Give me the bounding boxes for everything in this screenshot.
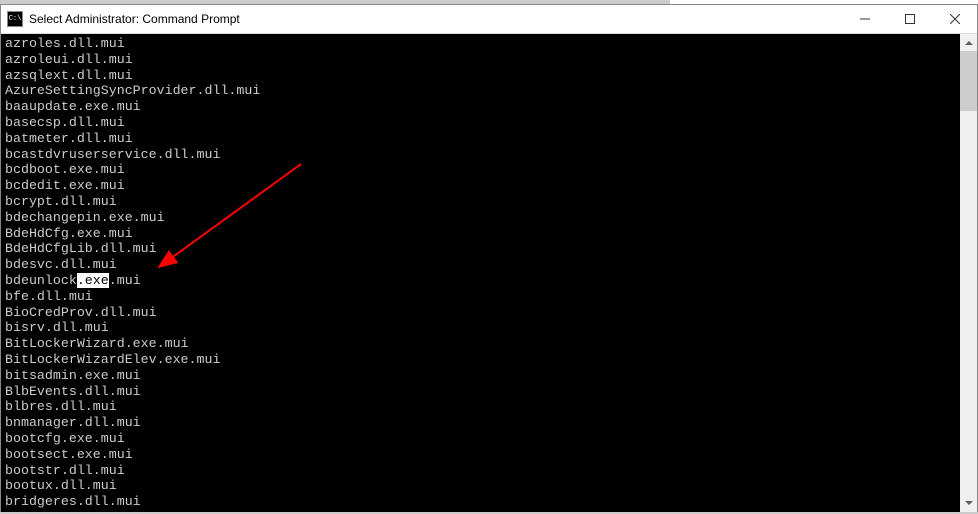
maximize-button[interactable]	[887, 5, 932, 34]
scrollbar-thumb[interactable]	[960, 51, 977, 111]
vertical-scrollbar[interactable]	[960, 34, 977, 512]
output-line: batmeter.dll.mui	[5, 131, 956, 147]
output-line: baaupdate.exe.mui	[5, 99, 956, 115]
output-line: bootsect.exe.mui	[5, 447, 956, 463]
output-line: bootstr.dll.mui	[5, 463, 956, 479]
output-line: azroles.dll.mui	[5, 36, 956, 52]
output-line: azsqlext.dll.mui	[5, 68, 956, 84]
output-line: bdesvc.dll.mui	[5, 257, 956, 273]
output-line: blbres.dll.mui	[5, 399, 956, 415]
output-line: bisrv.dll.mui	[5, 320, 956, 336]
output-line: BitLockerWizard.exe.mui	[5, 336, 956, 352]
output-line: bcastdvruserservice.dll.mui	[5, 147, 956, 163]
cmd-icon: C:\	[7, 11, 23, 27]
output-line: bridgeres.dll.mui	[5, 494, 956, 510]
output-line: bdechangepin.exe.mui	[5, 210, 956, 226]
window-controls	[842, 5, 977, 34]
output-line: bootux.dll.mui	[5, 478, 956, 494]
text-selection: .exe	[77, 273, 109, 288]
output-line: AzureSettingSyncProvider.dll.mui	[5, 83, 956, 99]
output-line: bnmanager.dll.mui	[5, 415, 956, 431]
output-line: BlbEvents.dll.mui	[5, 384, 956, 400]
close-button[interactable]	[932, 5, 977, 34]
output-line: bcrypt.dll.mui	[5, 194, 956, 210]
output-line: bcdedit.exe.mui	[5, 178, 956, 194]
output-line: BioCredProv.dll.mui	[5, 305, 956, 321]
titlebar[interactable]: C:\ Select Administrator: Command Prompt	[1, 5, 977, 34]
output-line: bitsadmin.exe.mui	[5, 368, 956, 384]
minimize-button[interactable]	[842, 5, 887, 34]
output-line: bootcfg.exe.mui	[5, 431, 956, 447]
output-line: BitLockerWizardElev.exe.mui	[5, 352, 956, 368]
console-area: azroles.dll.muiazroleui.dll.muiazsqlext.…	[1, 34, 977, 512]
window-title: Select Administrator: Command Prompt	[29, 12, 240, 26]
output-line: BdeHdCfgLib.dll.mui	[5, 241, 956, 257]
output-line: BdeHdCfg.exe.mui	[5, 226, 956, 242]
output-line: bdeunlock.exe.mui	[5, 273, 956, 289]
output-line: azroleui.dll.mui	[5, 52, 956, 68]
output-line: basecsp.dll.mui	[5, 115, 956, 131]
output-line: bcdboot.exe.mui	[5, 162, 956, 178]
scrollbar-track[interactable]	[960, 51, 977, 495]
output-line: bfe.dll.mui	[5, 289, 956, 305]
console-output[interactable]: azroles.dll.muiazroleui.dll.muiazsqlext.…	[1, 34, 960, 512]
command-prompt-window: C:\ Select Administrator: Command Prompt…	[0, 4, 978, 512]
scroll-up-button[interactable]	[960, 34, 977, 51]
scroll-down-button[interactable]	[960, 495, 977, 512]
